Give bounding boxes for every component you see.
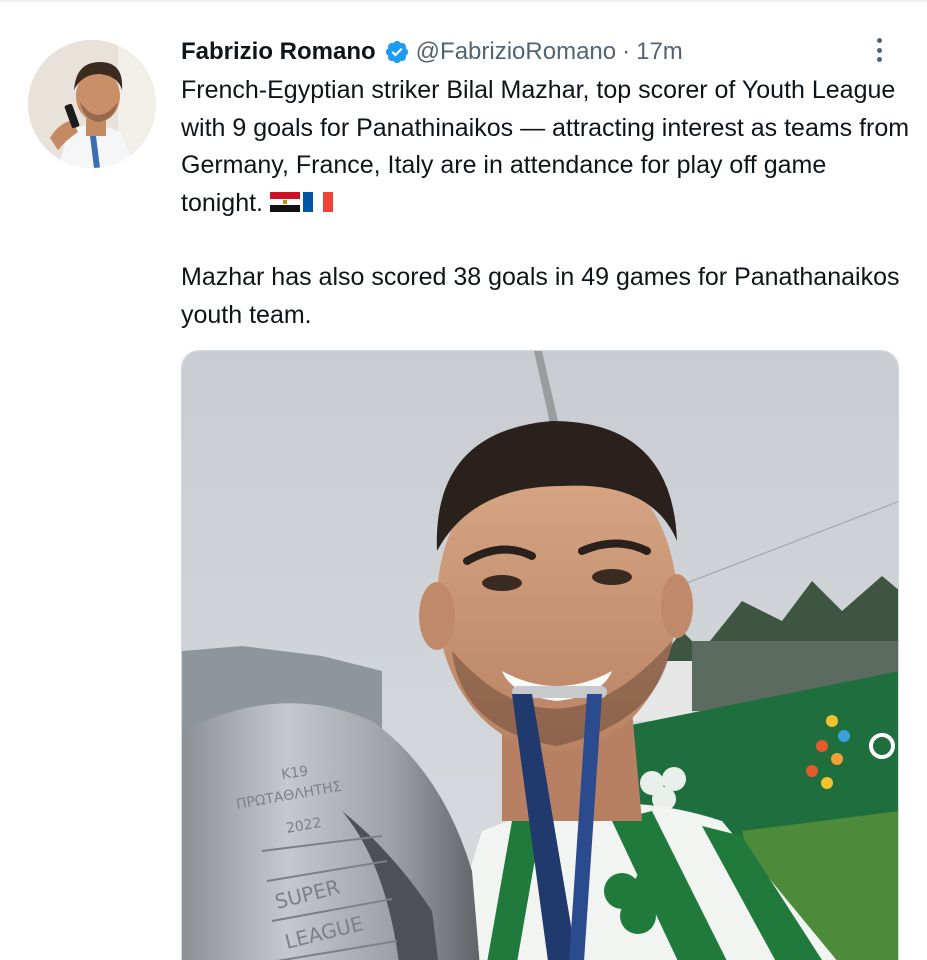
tweet[interactable]: Fabrizio Romano @FabrizioRomano · 17m Fr…	[0, 0, 927, 960]
verified-badge-icon	[384, 39, 410, 65]
tweet-photo[interactable]: K19 ΠΡΩΤΑΘΛΗΤΗΣ 2022 SUPER LEAGUE	[181, 350, 899, 960]
author-name[interactable]: Fabrizio Romano	[181, 38, 376, 66]
more-options-icon[interactable]	[868, 34, 890, 66]
tweet-paragraph-1: French-Egyptian striker Bilal Mazhar, to…	[181, 76, 910, 217]
separator-dot: ·	[622, 38, 631, 65]
author-handle[interactable]: @FabrizioRomano	[416, 38, 616, 66]
tweet-header: Fabrizio Romano @FabrizioRomano · 17m	[181, 36, 683, 68]
egypt-flag-icon	[270, 191, 301, 212]
france-flag-icon	[303, 191, 334, 212]
divider	[0, 0, 927, 2]
tweet-paragraph-2: Mazhar has also scored 38 goals in 49 ga…	[181, 263, 900, 329]
tweet-text: French-Egyptian striker Bilal Mazhar, to…	[181, 72, 911, 334]
timestamp[interactable]: 17m	[636, 38, 683, 66]
avatar[interactable]	[28, 40, 156, 168]
